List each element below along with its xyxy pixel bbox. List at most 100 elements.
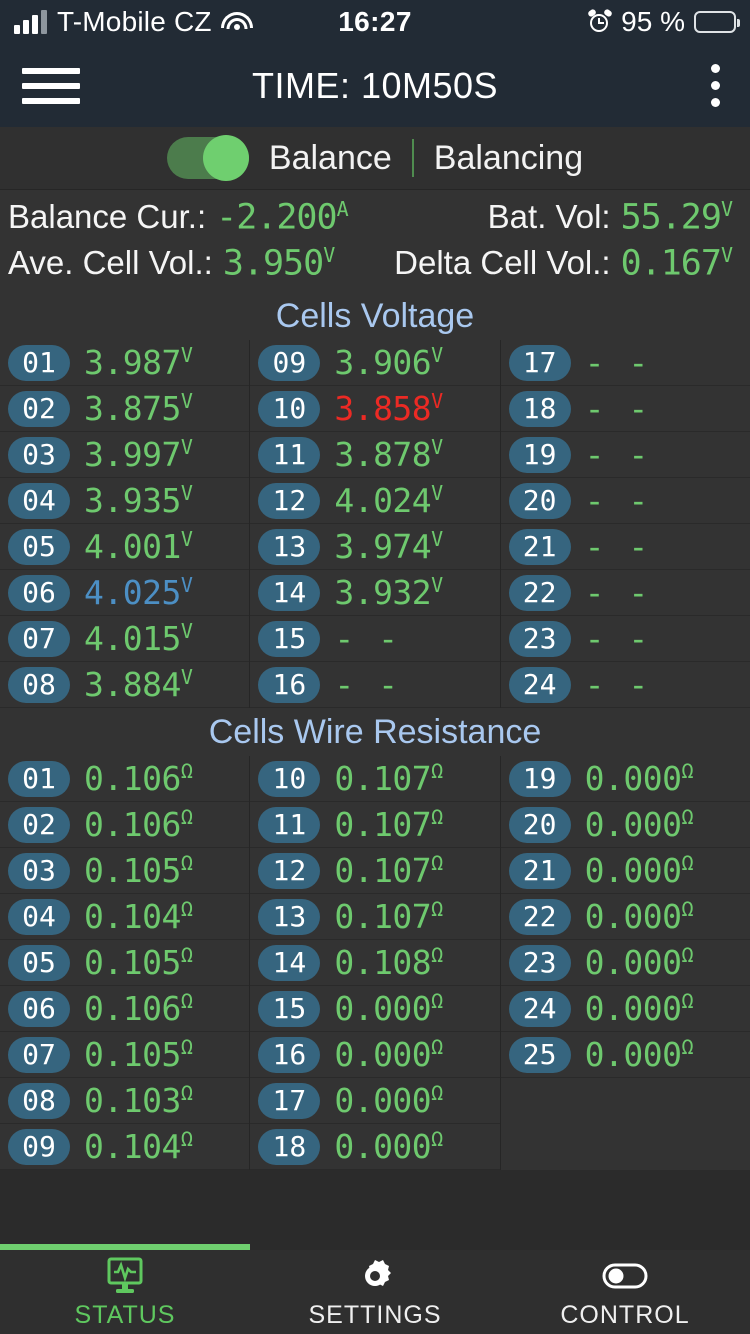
empty-row bbox=[500, 1124, 750, 1170]
cell-row: 23 - - bbox=[500, 616, 750, 662]
cell-row: 06 4.025V bbox=[0, 570, 250, 616]
page-title: TIME: 10M50S bbox=[251, 64, 499, 106]
cell-value: 0.106Ω bbox=[84, 989, 193, 1028]
cell-index-badge: 14 bbox=[258, 944, 321, 981]
summary-unit: V bbox=[720, 242, 733, 267]
battery-icon bbox=[694, 11, 740, 33]
cell-unit: V bbox=[180, 619, 193, 643]
cell-row: 19 - - bbox=[500, 432, 750, 478]
cell-row: 18 0.000Ω bbox=[250, 1124, 500, 1170]
summary-label: Bat. Vol: bbox=[487, 198, 611, 236]
cell-row: 20 0.000Ω bbox=[500, 802, 750, 848]
clock-label: 16:27 bbox=[338, 6, 412, 37]
balance-toggle[interactable] bbox=[166, 135, 249, 181]
cell-unit: V bbox=[180, 481, 193, 505]
toggle-knob bbox=[202, 135, 249, 181]
cell-unit: V bbox=[431, 527, 443, 551]
cell-row: 05 4.001V bbox=[0, 524, 250, 570]
summary-number: -2.200 bbox=[216, 197, 337, 238]
cell-unit: Ω bbox=[180, 805, 193, 829]
cell-value: 3.935V bbox=[84, 481, 193, 520]
monitor-waveform-icon bbox=[105, 1255, 145, 1297]
cell-index-badge: 09 bbox=[258, 344, 321, 381]
cell-index-badge: 18 bbox=[508, 390, 571, 427]
cell-row: 02 0.106Ω bbox=[0, 802, 250, 848]
cell-unit: V bbox=[431, 389, 443, 413]
cell-index-badge: 10 bbox=[258, 760, 321, 797]
cell-value: - - bbox=[584, 435, 651, 474]
cell-index-badge: 03 bbox=[8, 436, 70, 473]
cell-row: 23 0.000Ω bbox=[500, 940, 750, 986]
cell-value: 0.103Ω bbox=[84, 1081, 193, 1120]
cell-unit: V bbox=[431, 573, 443, 597]
cell-unit: Ω bbox=[681, 1035, 694, 1059]
summary-value: 55.29V bbox=[621, 196, 733, 238]
cell-index-badge: 21 bbox=[508, 528, 571, 565]
cell-row: 07 4.015V bbox=[0, 616, 250, 662]
bottom-tab-bar: STATUS SETTINGS CONTROL bbox=[0, 1244, 750, 1334]
summary-panel: Balance Cur.: -2.200A Bat. Vol: 55.29V A… bbox=[0, 190, 750, 292]
cell-index-badge: 20 bbox=[508, 482, 571, 519]
cell-index-badge: 12 bbox=[258, 852, 321, 889]
summary-item-delta-cell-voltage: Delta Cell Vol.: 0.167V bbox=[370, 243, 750, 284]
cell-value: 0.000Ω bbox=[334, 1127, 443, 1166]
cell-row: 14 3.932V bbox=[250, 570, 500, 616]
tab-settings[interactable]: SETTINGS bbox=[250, 1250, 500, 1334]
cell-row: 15 - - bbox=[250, 616, 500, 662]
cell-value: 3.858V bbox=[334, 389, 443, 428]
cell-value: 0.104Ω bbox=[84, 897, 193, 936]
cell-value: 3.906V bbox=[334, 343, 443, 382]
cell-unit: Ω bbox=[431, 989, 443, 1013]
cell-index-badge: 01 bbox=[8, 344, 70, 381]
cell-index-badge: 25 bbox=[508, 1036, 571, 1073]
summary-row: Ave. Cell Vol.: 3.950V Delta Cell Vol.: … bbox=[0, 240, 750, 286]
summary-value: 3.950V bbox=[223, 242, 335, 284]
cell-index-badge: 11 bbox=[258, 806, 321, 843]
cell-row: 10 3.858V bbox=[250, 386, 500, 432]
cell-index-badge: 08 bbox=[8, 1082, 70, 1119]
cell-value: 0.000Ω bbox=[584, 1035, 694, 1074]
cell-row: 09 0.104Ω bbox=[0, 1124, 250, 1170]
tab-control[interactable]: CONTROL bbox=[500, 1250, 750, 1334]
cell-index-badge: 21 bbox=[508, 852, 571, 889]
cell-value: 0.000Ω bbox=[584, 897, 694, 936]
cell-index-badge: 15 bbox=[258, 990, 321, 1027]
cell-index-badge: 22 bbox=[508, 898, 571, 935]
cell-unit: V bbox=[180, 527, 193, 551]
cell-index-badge: 04 bbox=[8, 482, 70, 519]
cell-row: 20 - - bbox=[500, 478, 750, 524]
cell-value: 0.000Ω bbox=[584, 759, 694, 798]
cell-value: 0.106Ω bbox=[84, 805, 193, 844]
cell-value: 0.105Ω bbox=[84, 1035, 193, 1074]
cell-value: 0.000Ω bbox=[334, 989, 443, 1028]
cell-value: 3.987V bbox=[84, 343, 193, 382]
title-bar: TIME: 10M50S bbox=[0, 44, 750, 127]
summary-item-average-cell-voltage: Ave. Cell Vol.: 3.950V bbox=[0, 243, 370, 284]
tab-status[interactable]: STATUS bbox=[0, 1250, 250, 1334]
tab-label: SETTINGS bbox=[308, 1300, 442, 1329]
cell-row: 09 3.906V bbox=[250, 340, 500, 386]
cell-index-badge: 16 bbox=[258, 666, 321, 703]
cell-index-badge: 17 bbox=[508, 344, 571, 381]
cell-value: 0.107Ω bbox=[334, 759, 443, 798]
cell-row: 08 0.103Ω bbox=[0, 1078, 250, 1124]
grid-column: 17 - - 18 - - 19 - - 20 - - 21 - - 22 - - 23 - - 24 - - bbox=[500, 340, 750, 708]
cell-value: 0.107Ω bbox=[334, 805, 443, 844]
cell-row: 13 3.974V bbox=[250, 524, 500, 570]
summary-unit: V bbox=[323, 242, 335, 267]
cell-unit: Ω bbox=[431, 1127, 443, 1151]
cell-index-badge: 07 bbox=[8, 620, 70, 657]
cells-resistance-grid: 01 0.106Ω 02 0.106Ω 03 0.105Ω 04 0.104Ω 05 0.105Ω… bbox=[0, 756, 750, 1170]
cell-value: 0.108Ω bbox=[334, 943, 443, 982]
cell-row: 21 0.000Ω bbox=[500, 848, 750, 894]
cell-row: 16 0.000Ω bbox=[250, 1032, 500, 1078]
cell-value: - - bbox=[584, 573, 651, 612]
cell-unit: Ω bbox=[180, 989, 193, 1013]
cell-unit: Ω bbox=[180, 943, 193, 967]
cell-row: 16 - - bbox=[250, 662, 500, 708]
cell-unit: V bbox=[180, 389, 193, 413]
summary-value: -2.200A bbox=[216, 197, 348, 238]
cell-index-badge: 06 bbox=[8, 574, 70, 611]
cell-unit: Ω bbox=[431, 851, 443, 875]
summary-unit: V bbox=[720, 196, 733, 221]
